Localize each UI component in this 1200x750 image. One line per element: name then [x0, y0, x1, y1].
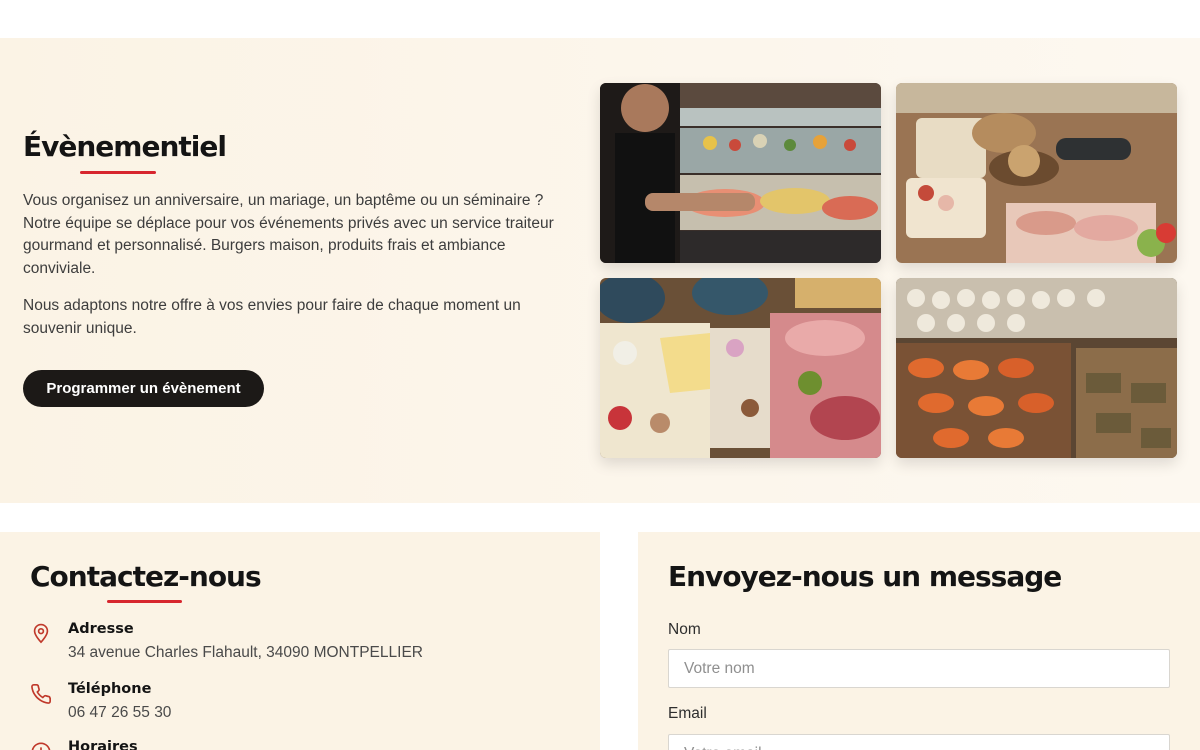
event-title: Évènementiel	[23, 130, 227, 163]
clock-icon	[30, 741, 52, 750]
event-photo-chef-counter	[600, 83, 881, 263]
phone-icon[interactable]	[30, 683, 52, 705]
email-field-label: Email	[668, 705, 707, 722]
address-value: 34 avenue Charles Flahault, 34090 MONTPE…	[68, 644, 423, 661]
event-photo-buffet-table	[896, 83, 1177, 263]
event-photo-appetizers	[896, 278, 1177, 458]
event-title-underline	[80, 171, 156, 174]
name-field-label: Nom	[668, 621, 701, 638]
address-label: Adresse	[68, 621, 134, 637]
email-input[interactable]	[668, 734, 1170, 750]
phone-label: Téléphone	[68, 681, 152, 697]
event-paragraph-1: Vous organisez un anniversaire, un maria…	[23, 192, 554, 277]
phone-value[interactable]: 06 47 26 55 30	[68, 704, 171, 722]
schedule-event-button[interactable]: Programmer un évènement	[23, 370, 264, 407]
contact-title: Contactez-nous	[30, 560, 262, 593]
contact-title-underline	[107, 600, 182, 603]
name-input[interactable]	[668, 649, 1170, 688]
event-photo-charcuterie-board	[600, 278, 881, 458]
hours-label: Horaires	[68, 739, 138, 750]
map-pin-icon	[30, 622, 52, 644]
message-form-title: Envoyez-nous un message	[668, 560, 1062, 593]
event-paragraph-2: Nous adaptons notre offre à vos envies p…	[23, 297, 521, 337]
